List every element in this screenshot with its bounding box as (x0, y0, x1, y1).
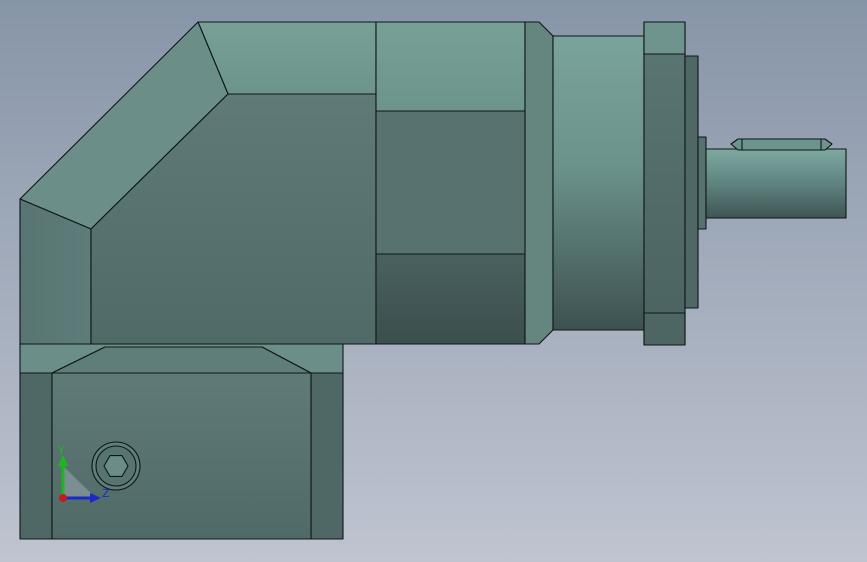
lower-housing-right-side[interactable] (310, 372, 344, 540)
middle-block-center[interactable] (375, 110, 537, 255)
flange-bottom-ear[interactable] (643, 312, 686, 346)
triad-y-label: Y (57, 444, 65, 457)
lower-housing[interactable] (19, 343, 344, 540)
hex-socket-icon (103, 455, 129, 477)
adapter-cylinder[interactable] (552, 35, 645, 331)
triad-z-label: Z (102, 487, 110, 500)
shaft-collar[interactable] (697, 136, 707, 230)
flange-top-ear[interactable] (643, 21, 686, 55)
middle-block-top[interactable] (375, 21, 526, 112)
output-flange[interactable] (643, 21, 699, 346)
lower-housing-left-side[interactable] (19, 372, 53, 540)
middle-block[interactable] (375, 21, 554, 345)
shaft-body[interactable] (705, 148, 847, 219)
flange-pilot[interactable] (684, 55, 699, 309)
socket-screw[interactable] (91, 441, 141, 491)
triad-origin (59, 494, 67, 502)
output-shaft[interactable] (697, 136, 847, 230)
housing-top-face[interactable] (197, 21, 377, 95)
upper-housing[interactable] (19, 21, 377, 345)
middle-block-chamfer[interactable] (524, 21, 554, 345)
middle-block-bottom[interactable] (375, 253, 526, 345)
model-view[interactable]: Y Z (0, 0, 867, 562)
graphics-viewport[interactable]: Y Z (0, 0, 867, 562)
lower-housing-front[interactable] (51, 372, 312, 540)
flange-body[interactable] (643, 21, 686, 346)
shaft-key[interactable] (730, 138, 833, 151)
